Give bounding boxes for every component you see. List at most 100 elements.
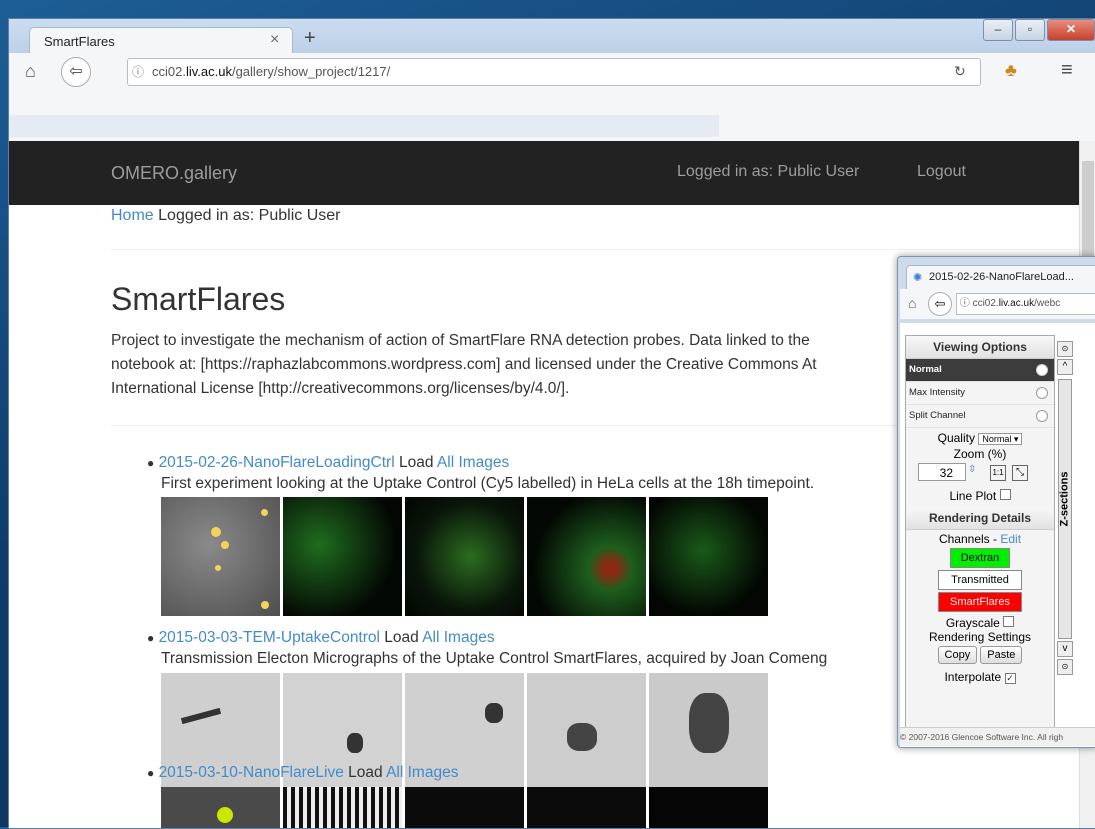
image-thumbnail[interactable] [649, 497, 768, 616]
load-label: Load [398, 454, 434, 471]
bookmarks-bar [9, 91, 1095, 141]
home-icon[interactable]: ⌂ [908, 295, 916, 311]
dataset-item: ● 2015-03-10-NanoFlareLive Load All Imag… [147, 764, 459, 781]
paste-button[interactable]: Paste [980, 646, 1023, 664]
new-tab-icon[interactable]: + [304, 27, 316, 50]
page-title: SmartFlares [111, 281, 286, 317]
popup-content: Viewing Options Normal Max Intensity Spl… [900, 323, 1095, 747]
channel-transmitted-button[interactable]: Transmitted [938, 570, 1022, 590]
interpolate-row: Interpolate ✓ [944, 670, 1016, 684]
back-button[interactable]: ⇦ [61, 57, 91, 87]
find-bar [9, 115, 719, 137]
url-text: cci02.liv.ac.uk/gallery/show_project/121… [152, 64, 391, 79]
z-up-icon[interactable]: ^ [1057, 359, 1073, 375]
site-navbar: OMERO.gallery Logged in as: Public User … [9, 141, 1079, 205]
maximize-button[interactable]: ▫ [1015, 19, 1045, 41]
option-normal[interactable]: Normal [906, 359, 1054, 382]
rendering-settings-label: Rendering Settings [928, 630, 1032, 644]
option-split-channel[interactable]: Split Channel [906, 405, 1054, 428]
dataset-link[interactable]: 2015-02-26-NanoFlareLoadingCtrl [159, 454, 395, 471]
load-label: Load [384, 629, 419, 646]
option-max-intensity[interactable]: Max Intensity [906, 382, 1054, 405]
all-images-link[interactable]: All Images [386, 764, 458, 781]
browser-tab[interactable]: SmartFlares × [29, 27, 293, 54]
quality-row: Quality Normal ▾ [906, 431, 1054, 445]
all-images-link[interactable]: All Images [422, 629, 494, 646]
interpolate-checkbox[interactable]: ✓ [1004, 673, 1016, 684]
popup-tab[interactable]: ✺ 2015-02-26-NanoFlareLoad... [906, 265, 1095, 290]
home-link[interactable]: Home [111, 207, 154, 224]
reload-icon[interactable]: ↻ [954, 63, 966, 80]
image-thumbnail[interactable] [161, 497, 280, 616]
scrollbar-thumb[interactable] [1082, 161, 1094, 261]
image-thumbnail[interactable] [405, 497, 524, 616]
radio-selected-icon[interactable] [1036, 364, 1048, 376]
breadcrumb-user: Logged in as: Public User [158, 207, 341, 224]
z-down-icon[interactable]: v [1057, 641, 1073, 657]
radio-icon[interactable] [1036, 387, 1048, 399]
dataset-link[interactable]: 2015-03-03-TEM-UptakeControl [159, 629, 380, 646]
divider [111, 249, 1079, 250]
channel-dextran-button[interactable]: Dextran [950, 548, 1010, 568]
grayscale-row: Grayscale [906, 616, 1054, 630]
line-plot-row: Line Plot [906, 489, 1054, 503]
zoom-spinner-icon[interactable]: ⇳ [968, 464, 976, 475]
image-thumbnail[interactable] [527, 787, 646, 828]
address-bar[interactable]: ⓘ cci02.liv.ac.uk/gallery/show_project/1… [127, 58, 981, 86]
zoom-input[interactable]: 32 [918, 463, 966, 481]
z-sections-label: Z-sections [1058, 471, 1071, 527]
image-thumbnail[interactable] [527, 673, 646, 792]
all-images-link[interactable]: All Images [437, 454, 509, 471]
image-thumbnail[interactable] [405, 787, 524, 828]
extension-icon[interactable]: ♣ [1005, 60, 1017, 81]
image-thumbnail[interactable] [527, 497, 646, 616]
thumbnail-row [161, 787, 801, 828]
load-label: Load [348, 764, 383, 781]
navigation-bar: ⌂ ⇦ ⓘ cci02.liv.ac.uk/gallery/show_proje… [9, 53, 1095, 92]
image-thumbnail[interactable] [649, 787, 768, 828]
channel-smartflares-button[interactable]: SmartFlares [938, 592, 1022, 612]
logout-link[interactable]: Logout [917, 163, 966, 181]
omero-favicon-icon: ✺ [913, 272, 923, 284]
grayscale-checkbox[interactable] [1003, 616, 1015, 627]
back-button[interactable]: ⇦ [928, 292, 952, 316]
z-top-icon[interactable]: ⊙ [1057, 341, 1073, 357]
close-tab-icon[interactable]: × [270, 31, 279, 49]
dataset-link[interactable]: 2015-03-10-NanoFlareLive [159, 764, 344, 781]
description-line-2: notebook at: [https://raphazlabcommons.w… [111, 356, 817, 373]
info-icon[interactable]: ⓘ [132, 63, 144, 80]
image-thumbnail[interactable] [283, 787, 402, 828]
tab-title: SmartFlares [44, 34, 115, 49]
zoom-label: Zoom (%) [953, 447, 1007, 461]
close-window-button[interactable]: ✕ [1047, 19, 1095, 41]
dataset-item: ● 2015-03-03-TEM-UptakeControl Load All … [147, 629, 495, 646]
viewing-options-panel: Viewing Options Normal Max Intensity Spl… [905, 335, 1055, 737]
line-plot-checkbox[interactable] [999, 489, 1011, 500]
image-thumbnail[interactable] [649, 673, 768, 792]
nav-logged-in[interactable]: Logged in as: Public User [677, 163, 859, 181]
tab-strip: SmartFlares × + – ▫ ✕ [9, 19, 1095, 54]
dataset-description: First experiment looking at the Uptake C… [161, 475, 815, 492]
zoom-actual-size-icon[interactable]: 1:1 [990, 465, 1006, 481]
zoom-fit-icon[interactable]: ⤡ [1012, 465, 1028, 481]
radio-icon[interactable] [1036, 410, 1048, 422]
popup-address-bar[interactable]: ⓘ cci02.liv.ac.uk/webc [956, 293, 1095, 315]
viewer-popup-window: ✺ 2015-02-26-NanoFlareLoad... ⌂ ⇦ ⓘ cci0… [897, 256, 1095, 748]
image-thumbnail[interactable] [161, 787, 280, 828]
project-description: Project to investigate the mechanism of … [111, 329, 951, 401]
rendering-details-header: Rendering Details [906, 507, 1054, 530]
z-bottom-icon[interactable]: ⊙ [1057, 659, 1073, 675]
copy-button[interactable]: Copy [937, 646, 978, 664]
channels-row: Channels - Edit [938, 532, 1022, 546]
home-icon[interactable]: ⌂ [25, 61, 36, 82]
dataset-item: ● 2015-02-26-NanoFlareLoadingCtrl Load A… [147, 454, 510, 471]
breadcrumb: Home Logged in as: Public User [111, 207, 340, 225]
copy-paste-row: Copy Paste [906, 646, 1054, 664]
site-brand[interactable]: OMERO.gallery [111, 163, 237, 184]
minimize-button[interactable]: – [983, 19, 1013, 41]
channels-edit-link[interactable]: Edit [1000, 532, 1021, 546]
image-thumbnail[interactable] [283, 497, 402, 616]
quality-select[interactable]: Normal ▾ [978, 433, 1023, 445]
description-line-3: International License [http://creativeco… [111, 380, 570, 397]
menu-icon[interactable]: ≡ [1061, 59, 1073, 82]
